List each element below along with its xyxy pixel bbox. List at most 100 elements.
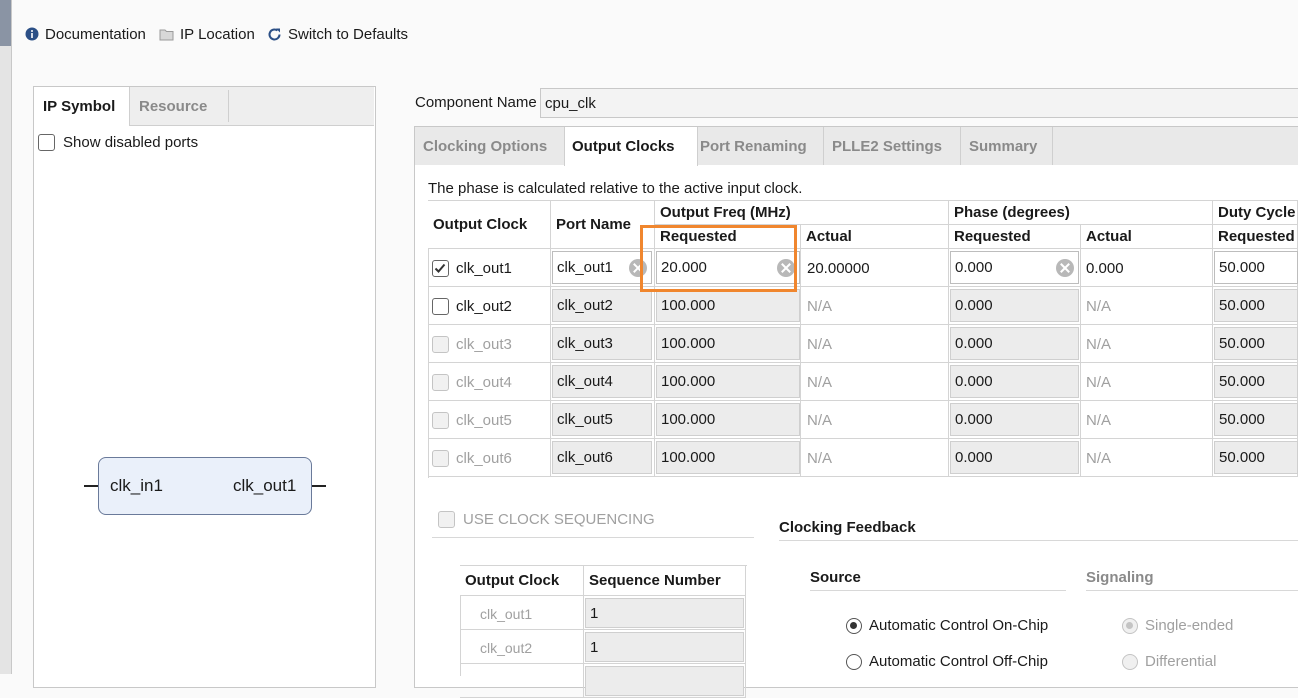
freq-requested-field-value: 100.000 — [661, 373, 716, 390]
ip-location-label: IP Location — [180, 25, 255, 43]
col-phase-actual: Actual — [1081, 225, 1213, 249]
checkbox[interactable] — [432, 374, 449, 391]
tab-ip-symbol[interactable]: IP Symbol — [43, 87, 115, 125]
clear-icon[interactable] — [1056, 259, 1074, 277]
tab-clocking-options[interactable]: Clocking Options — [423, 127, 547, 165]
documentation-label: Documentation — [45, 25, 146, 43]
phase-actual-value: N/A — [1086, 298, 1112, 315]
radio-disabled-selected[interactable] — [1122, 617, 1138, 634]
freq-requested-field[interactable]: 100.000 — [656, 441, 800, 474]
freq-requested-field-value: 100.000 — [661, 449, 716, 466]
duty-requested-field[interactable]: 50.000 — [1214, 365, 1298, 398]
output-clock-checkbox[interactable]: clk_out5 — [432, 412, 512, 429]
checkbox[interactable] — [432, 336, 449, 353]
phase-requested-field-value: 0.000 — [955, 411, 993, 428]
source-option-on-chip[interactable]: Automatic Control On-Chip — [846, 617, 1048, 634]
use-clock-sequencing-checkbox[interactable]: USE CLOCK SEQUENCING — [438, 511, 655, 528]
sequencing-divider — [432, 537, 754, 538]
checkbox[interactable] — [432, 450, 449, 467]
folder-icon — [159, 28, 174, 41]
signaling-option-single-ended[interactable]: Single-ended — [1122, 617, 1233, 634]
output-clock-checkbox[interactable]: clk_out1 — [432, 260, 512, 277]
source-label: Source — [810, 569, 861, 586]
show-disabled-ports-checkbox[interactable]: Show disabled ports — [38, 134, 198, 151]
output-clock-name: clk_out5 — [456, 412, 512, 429]
port-name-field[interactable]: clk_out6 — [552, 441, 652, 474]
duty-requested-field[interactable]: 50.000 — [1214, 289, 1298, 322]
freq-requested-field[interactable]: 100.000 — [656, 403, 800, 436]
component-name-input[interactable]: cpu_clk — [540, 88, 1298, 118]
output-clock-checkbox[interactable]: clk_out6 — [432, 450, 512, 467]
tab-divider — [228, 90, 229, 122]
checkbox[interactable] — [432, 412, 449, 429]
checkbox-checked[interactable] — [432, 260, 449, 277]
phase-requested-field-value: 0.000 — [955, 373, 993, 390]
col-duty-requested: Requested — [1213, 225, 1298, 249]
signaling-option-differential[interactable]: Differential — [1122, 653, 1216, 670]
radio-selected[interactable] — [846, 617, 862, 634]
output-port-label: clk_out1 — [233, 476, 297, 495]
duty-requested-field-value: 50.000 — [1219, 411, 1265, 428]
output-clock-checkbox[interactable]: clk_out3 — [432, 336, 512, 353]
documentation-button[interactable]: Documentation — [25, 24, 146, 44]
phase-requested-field[interactable]: 0.000 — [950, 365, 1079, 398]
phase-actual-value: N/A — [1086, 336, 1112, 353]
phase-actual-value: N/A — [1086, 374, 1112, 391]
differential-label: Differential — [1145, 653, 1217, 670]
on-chip-label: Automatic Control On-Chip — [869, 617, 1049, 634]
tab-output-clocks[interactable]: Output Clocks — [572, 127, 675, 165]
phase-requested-field[interactable]: 0.000 — [950, 327, 1079, 360]
radio[interactable] — [846, 653, 862, 670]
phase-requested-field[interactable]: 0.000 — [950, 403, 1079, 436]
port-name-field[interactable]: clk_out2 — [552, 289, 652, 322]
tab-summary[interactable]: Summary — [969, 127, 1037, 165]
source-option-off-chip[interactable]: Automatic Control Off-Chip — [846, 653, 1048, 670]
freq-actual-value: N/A — [807, 336, 833, 353]
phase-actual-value: N/A — [1086, 412, 1112, 429]
ip-location-button[interactable]: IP Location — [159, 24, 255, 44]
col-output-freq: Output Freq (MHz) — [655, 201, 949, 225]
checkbox[interactable] — [432, 298, 449, 315]
duty-requested-field[interactable]: 50.000 — [1214, 251, 1298, 284]
sequence-number-field[interactable] — [585, 666, 744, 696]
tab-port-renaming[interactable]: Port Renaming — [700, 127, 807, 165]
freq-requested-field[interactable]: 100.000 — [656, 289, 800, 322]
phase-note: The phase is calculated relative to the … — [428, 180, 803, 197]
duty-requested-field-value: 50.000 — [1219, 373, 1265, 390]
port-name-field[interactable]: clk_out5 — [552, 403, 652, 436]
duty-requested-field[interactable]: 50.000 — [1214, 441, 1298, 474]
phase-actual-value: N/A — [1086, 450, 1112, 467]
output-clock-name: clk_out1 — [456, 260, 512, 277]
phase-requested-field-value: 0.000 — [955, 449, 993, 466]
sequence-number-value: 1 — [590, 604, 599, 622]
duty-requested-field-value: 50.000 — [1219, 259, 1265, 276]
col-freq-actual: Actual — [801, 225, 949, 249]
output-clock-checkbox[interactable]: clk_out2 — [432, 298, 512, 315]
tab-plle2-settings[interactable]: PLLE2 Settings — [832, 127, 942, 165]
sequencing-checkbox-box[interactable] — [438, 511, 455, 528]
sequence-number-field[interactable]: 1 — [585, 632, 744, 662]
duty-requested-field[interactable]: 50.000 — [1214, 403, 1298, 436]
phase-requested-field-value: 0.000 — [955, 259, 993, 276]
phase-requested-field-value: 0.000 — [955, 335, 993, 352]
clocking-feedback-title: Clocking Feedback — [779, 519, 916, 536]
freq-requested-field[interactable]: 100.000 — [656, 327, 800, 360]
checkbox-box[interactable] — [38, 134, 55, 151]
port-name-field-value: clk_out4 — [557, 373, 613, 390]
port-name-field[interactable]: clk_out3 — [552, 327, 652, 360]
output-clock-checkbox[interactable]: clk_out4 — [432, 374, 512, 391]
radio-disabled[interactable] — [1122, 653, 1138, 670]
sequence-number-field[interactable]: 1 — [585, 598, 744, 628]
phase-requested-field[interactable]: 0.000 — [950, 289, 1079, 322]
freq-requested-field[interactable]: 100.000 — [656, 365, 800, 398]
duty-requested-field-value: 50.000 — [1219, 335, 1265, 352]
port-name-field[interactable]: clk_out4 — [552, 365, 652, 398]
output-clock-name: clk_out4 — [456, 374, 512, 391]
use-clock-sequencing-label: USE CLOCK SEQUENCING — [463, 511, 655, 528]
phase-requested-field[interactable]: 0.000 — [950, 441, 1079, 474]
signaling-divider — [1086, 590, 1298, 591]
switch-to-defaults-button[interactable]: Switch to Defaults — [267, 24, 408, 44]
phase-actual-value: 0.000 — [1086, 260, 1124, 277]
tab-resource[interactable]: Resource — [139, 87, 207, 125]
duty-requested-field[interactable]: 50.000 — [1214, 327, 1298, 360]
